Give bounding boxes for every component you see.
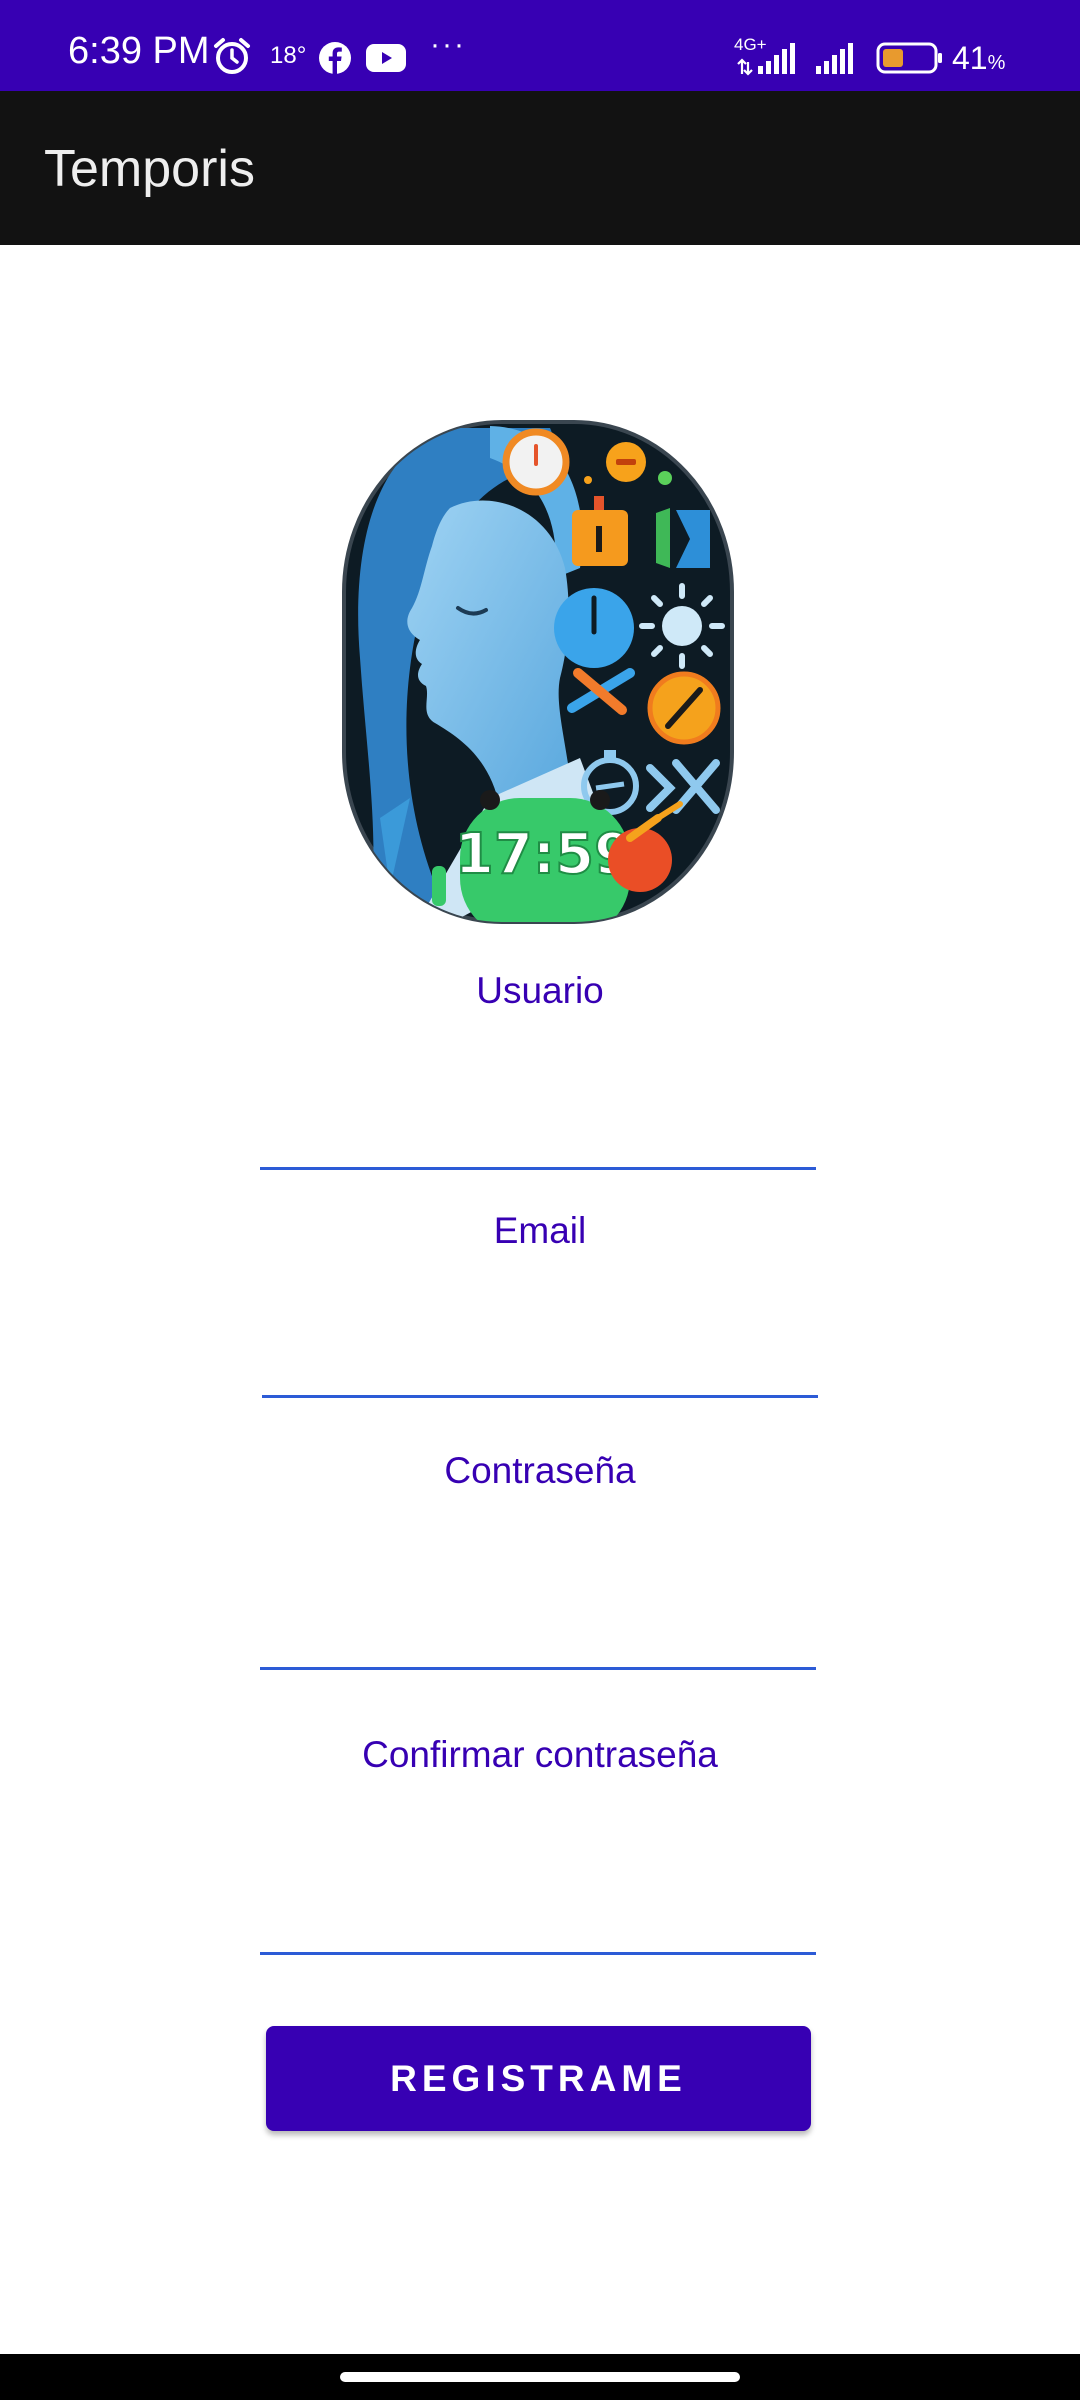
password-input[interactable] — [260, 1590, 816, 1670]
battery-percentage: 41% — [952, 42, 1005, 74]
email-input[interactable] — [262, 1318, 818, 1398]
username-label: Usuario — [476, 970, 604, 1011]
email-label: Email — [493, 1210, 587, 1251]
status-temperature: 18° — [270, 42, 307, 69]
more-notifications-icon: ··· — [430, 28, 466, 61]
app-title: Temporis — [44, 140, 255, 198]
home-indicator[interactable] — [340, 2372, 740, 2382]
battery-percent-value: 41 — [952, 40, 988, 76]
confirm-password-label: Confirmar contraseña — [362, 1734, 718, 1775]
facebook-icon — [319, 42, 351, 75]
register-button[interactable]: REGISTRAME — [266, 2026, 811, 2131]
username-input[interactable] — [260, 1090, 816, 1170]
status-time: 6:39 PM — [68, 30, 210, 72]
battery-icon — [876, 42, 942, 74]
password-label: Contraseña — [444, 1450, 636, 1491]
signal-icon — [737, 43, 853, 76]
logo-clock-text: 17:59 — [455, 822, 633, 887]
app-logo: 17:59 — [342, 420, 734, 924]
alarm-icon — [214, 38, 250, 74]
battery-percent-unit: % — [987, 52, 1006, 74]
app-bar: Temporis — [0, 91, 1080, 245]
confirm-password-input[interactable] — [260, 1875, 816, 1955]
youtube-icon — [366, 44, 406, 72]
navigation-bar — [0, 2354, 1080, 2400]
status-bar: 6:39 PM 18° ··· 4G+ 41% — [0, 0, 1080, 91]
